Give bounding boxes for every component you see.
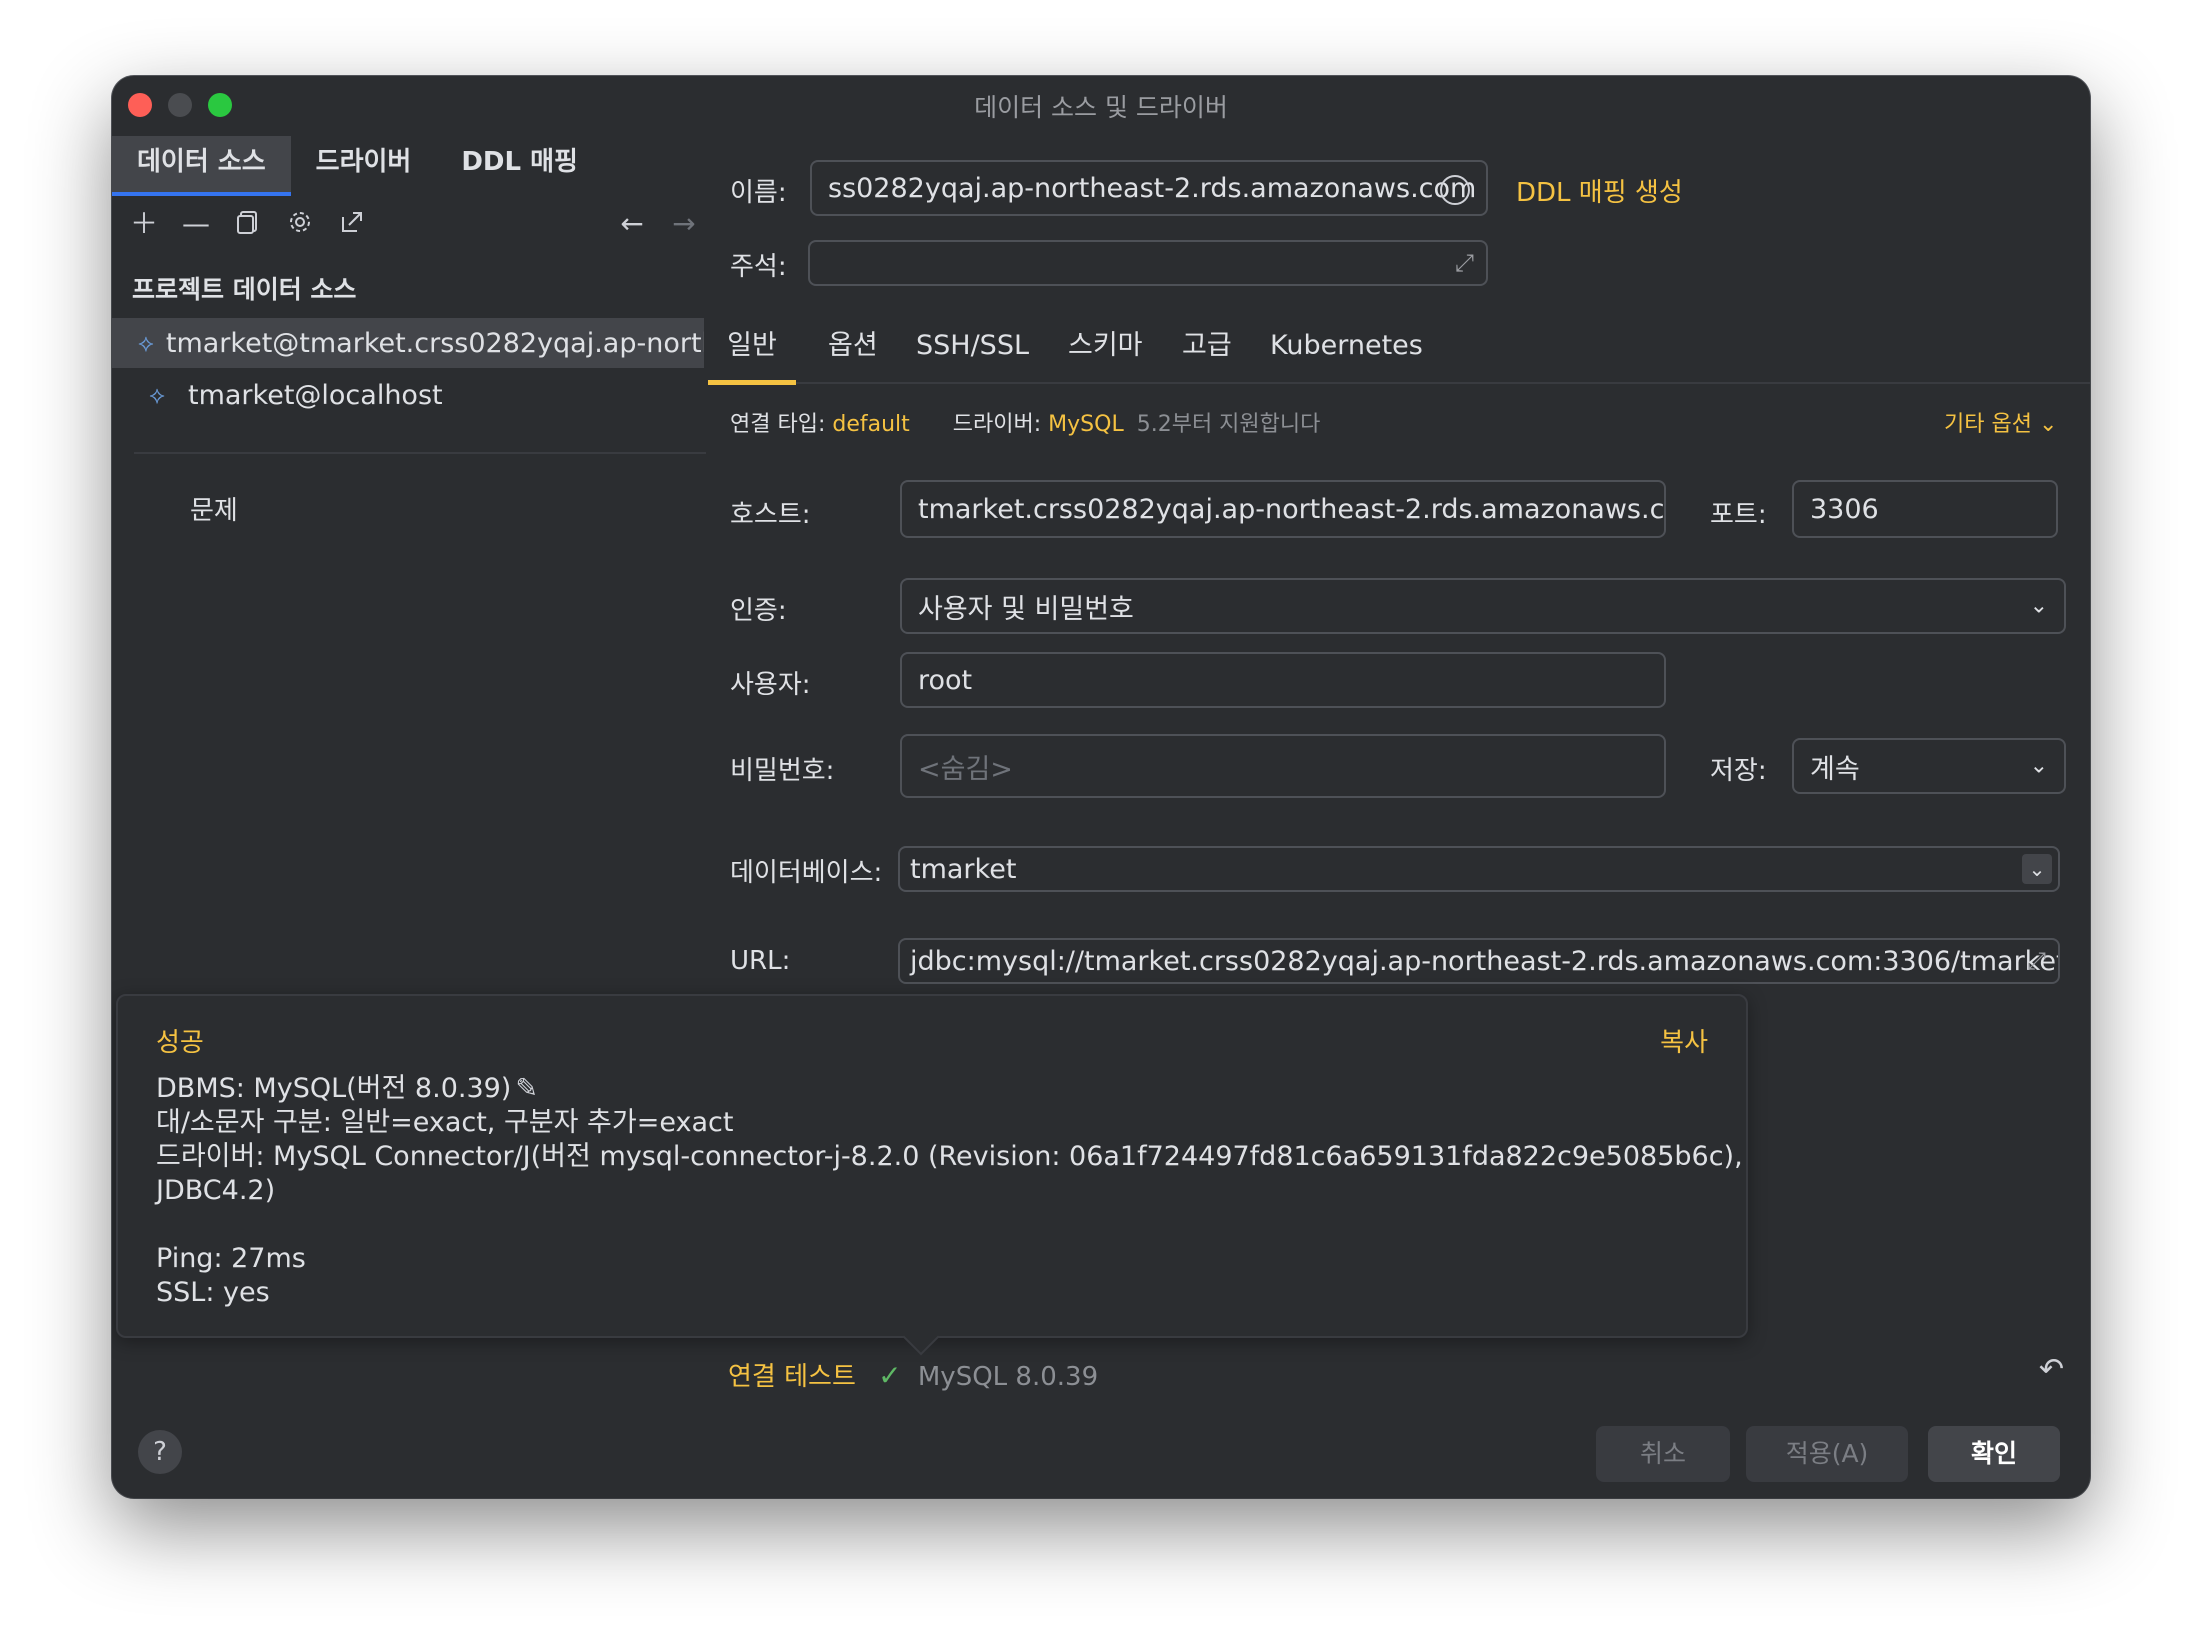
tab-data-sources[interactable]: 데이터 소스 xyxy=(112,136,291,196)
gear-icon[interactable] xyxy=(284,208,316,240)
name-label: 이름: xyxy=(730,178,787,208)
data-sources-dialog: 데이터 소스 및 드라이버 데이터 소스 드라이버 DDL 매핑 ＋ — ← →… xyxy=(112,76,2090,1498)
cancel-button[interactable]: 취소 xyxy=(1596,1426,1730,1482)
connection-type-label: 연결 타입: xyxy=(730,412,826,437)
detail-line: 대/소문자 구분: 일반=exact, 구분자 추가=exact xyxy=(156,1107,734,1138)
pencil-icon[interactable]: ✎ xyxy=(515,1073,538,1104)
port-input[interactable]: 3306 xyxy=(1792,480,2058,538)
apply-button[interactable]: 적용(A) xyxy=(1746,1426,1908,1482)
comment-input[interactable]: ⤢ xyxy=(808,240,1488,286)
more-options-dropdown[interactable]: 기타 옵션 ⌄ xyxy=(1944,406,2057,438)
color-circle-icon[interactable] xyxy=(1440,175,1470,205)
tab-ssh-ssl[interactable]: SSH/SSL xyxy=(916,316,1029,380)
title-bar: 데이터 소스 및 드라이버 xyxy=(112,76,2090,132)
data-source-label: tmarket@tmarket.crss0282yqaj.ap-northeas… xyxy=(165,327,704,359)
mysql-dolphin-icon: ⟡ xyxy=(138,329,154,357)
copy-link[interactable]: 복사 xyxy=(1660,1022,1708,1059)
add-icon[interactable]: ＋ xyxy=(128,208,160,240)
connection-details: DBMS: MySQL(버전 8.0.39) ✎ 대/소문자 구분: 일반=exa… xyxy=(156,1072,1743,1310)
settings-tab-bar: 일반 옵션 SSH/SSL 스키마 고급 Kubernetes xyxy=(708,316,2090,385)
tab-schemas[interactable]: 스키마 xyxy=(1068,316,1143,380)
problems-item[interactable]: 문제 xyxy=(190,490,238,527)
driver-note: 5.2부터 지원합니다 xyxy=(1136,412,1321,437)
connection-type-link[interactable]: default xyxy=(832,412,909,437)
chevron-down-icon: ⌄ xyxy=(2029,753,2048,779)
host-label: 호스트: xyxy=(730,500,811,530)
tab-kubernetes[interactable]: Kubernetes xyxy=(1270,316,1423,380)
detail-line: SSL: yes xyxy=(156,1277,270,1308)
detail-line: JDBC4.2) xyxy=(156,1175,276,1206)
host-input[interactable]: tmarket.crss0282yqaj.ap-northeast-2.rds.… xyxy=(900,480,1666,538)
chevron-down-icon: ⌄ xyxy=(2038,412,2058,437)
undo-icon[interactable]: ↶ xyxy=(2039,1352,2064,1387)
ok-button[interactable]: 확인 xyxy=(1928,1426,2060,1482)
create-ddl-mapping-link[interactable]: DDL 매핑 생성 xyxy=(1516,172,1683,209)
password-input[interactable]: <숨김> xyxy=(900,734,1666,798)
export-icon[interactable] xyxy=(336,208,368,240)
test-connection-row: 연결 테스트 ✓ MySQL 8.0.39 xyxy=(728,1356,1098,1393)
test-connection-link[interactable]: 연결 테스트 xyxy=(728,1362,856,1392)
name-input[interactable]: ss0282yqaj.ap-northeast-2.rds.amazonaws.… xyxy=(810,160,1488,216)
password-label: 비밀번호: xyxy=(730,756,835,786)
expand-icon[interactable]: ⤢ xyxy=(1455,249,1474,277)
forward-arrow-icon[interactable]: → xyxy=(668,208,700,240)
auth-select[interactable]: 사용자 및 비밀번호 ⌄ xyxy=(900,578,2066,634)
expand-icon[interactable]: ⤢ xyxy=(2027,947,2046,975)
project-data-sources-heading: 프로젝트 데이터 소스 xyxy=(132,275,357,304)
left-tab-bar: 데이터 소스 드라이버 DDL 매핑 xyxy=(112,136,603,196)
tab-advanced[interactable]: 고급 xyxy=(1182,316,1232,380)
mysql-dolphin-icon: ⟡ xyxy=(149,381,165,409)
driver-label: 드라이버: xyxy=(952,412,1042,437)
data-source-item[interactable]: ⟡ tmarket@tmarket.crss0282yqaj.ap-northe… xyxy=(112,318,704,368)
data-source-item[interactable]: ⟡ tmarket@localhost xyxy=(112,370,704,420)
database-input[interactable]: tmarket ⌄ xyxy=(898,846,2060,892)
checkmark-icon: ✓ xyxy=(878,1359,902,1392)
popup-pointer xyxy=(902,1318,940,1356)
detail-line: 드라이버: MySQL Connector/J(버전 mysql-connect… xyxy=(156,1141,1743,1172)
save-label: 저장: xyxy=(1710,756,1767,786)
comment-label: 주석: xyxy=(730,252,787,282)
back-arrow-icon[interactable]: ← xyxy=(616,208,648,240)
test-result: MySQL 8.0.39 xyxy=(917,1362,1099,1392)
url-label: URL: xyxy=(730,946,791,976)
driver-link[interactable]: MySQL xyxy=(1048,412,1124,437)
chevron-down-icon: ⌄ xyxy=(2029,593,2048,619)
detail-line xyxy=(156,1208,1743,1242)
port-label: 포트: xyxy=(1710,500,1767,530)
chevron-down-icon[interactable]: ⌄ xyxy=(2022,854,2052,884)
url-input[interactable]: jdbc:mysql://tmarket.crss0282yqaj.ap-nor… xyxy=(898,938,2060,984)
database-label: 데이터베이스: xyxy=(730,858,883,888)
success-status: 성공 xyxy=(156,1028,204,1058)
connection-success-popup: 성공 복사 DBMS: MySQL(버전 8.0.39) ✎ 대/소문자 구분: … xyxy=(116,994,1748,1356)
tab-options[interactable]: 옵션 xyxy=(828,316,878,380)
remove-icon[interactable]: — xyxy=(180,208,212,240)
window-title: 데이터 소스 및 드라이버 xyxy=(974,93,1228,122)
connection-info-row: 연결 타입: default 드라이버: MySQL 5.2부터 지원합니다 xyxy=(730,406,1320,438)
tab-drivers[interactable]: 드라이버 xyxy=(291,136,437,192)
duplicate-icon[interactable] xyxy=(232,208,264,240)
help-button[interactable]: ? xyxy=(138,1430,182,1474)
data-source-toolbar: ＋ — ← → xyxy=(126,200,806,250)
data-source-label: tmarket@localhost xyxy=(188,379,443,411)
user-label: 사용자: xyxy=(730,670,811,700)
detail-line: DBMS: MySQL(버전 8.0.39) xyxy=(156,1073,512,1104)
save-password-select[interactable]: 계속 ⌄ xyxy=(1792,738,2066,794)
divider xyxy=(134,452,706,454)
auth-label: 인증: xyxy=(730,596,787,626)
tab-general[interactable]: 일반 xyxy=(708,316,796,385)
detail-line: Ping: 27ms xyxy=(156,1243,306,1274)
user-input[interactable]: root xyxy=(900,652,1666,708)
tab-ddl-mappings[interactable]: DDL 매핑 xyxy=(436,136,603,192)
